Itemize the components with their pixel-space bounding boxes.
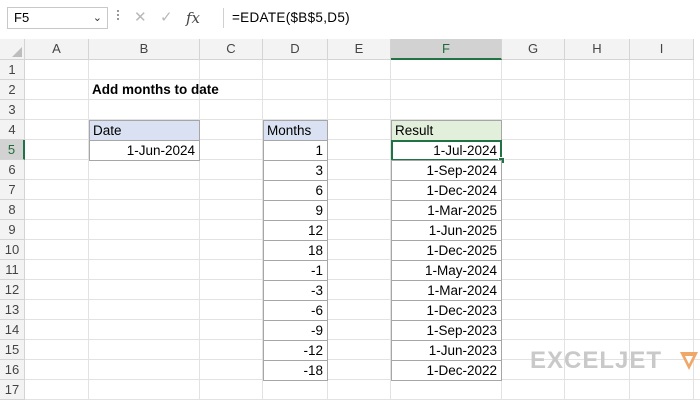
more-options-icon[interactable] [116,8,120,28]
months-cell[interactable]: 18 [263,240,328,261]
result-cell[interactable]: 1-Dec-2024 [391,180,502,201]
result-cell[interactable]: 1-Dec-2025 [391,240,502,261]
column-header-f[interactable]: F [391,39,502,60]
row-header-13[interactable]: 13 [0,300,25,320]
months-cell[interactable]: -1 [263,260,328,281]
date-value[interactable]: 1-Jun-2024 [89,140,200,161]
exceljet-logo: EXCELJET [530,346,698,376]
months-cell[interactable]: -12 [263,340,328,361]
months-cell[interactable]: -18 [263,360,328,381]
row-header-2[interactable]: 2 [0,80,25,100]
months-cell[interactable]: 3 [263,160,328,181]
row-header-16[interactable]: 16 [0,360,25,380]
months-cell[interactable]: -6 [263,300,328,321]
column-header-i[interactable]: I [630,39,694,60]
logo-text: EXCELJET [530,347,663,374]
months-cell[interactable]: -9 [263,320,328,341]
result-cell[interactable]: 1-Sep-2024 [391,160,502,181]
select-all-button[interactable] [0,39,25,60]
result-header[interactable]: Result [391,120,502,141]
exceljet-logo-mark-icon [680,352,698,370]
function-icon[interactable]: fx [186,7,200,29]
result-cell[interactable]: 1-Sep-2023 [391,320,502,341]
row-header-9[interactable]: 9 [0,220,25,240]
row-header-6[interactable]: 6 [0,160,25,180]
months-cell[interactable]: 9 [263,200,328,221]
date-header[interactable]: Date [89,120,200,141]
row-header-7[interactable]: 7 [0,180,25,200]
months-cell[interactable]: -3 [263,280,328,301]
enter-icon[interactable]: ✓ [160,7,173,29]
months-cell[interactable]: 12 [263,220,328,241]
formula-bar: F5 ⌄ ✕ ✓ fx =EDATE($B$5,D5) [0,0,700,38]
row-header-10[interactable]: 10 [0,240,25,260]
row-header-17[interactable]: 17 [0,380,25,400]
months-header[interactable]: Months [263,120,328,141]
result-cell[interactable]: 1-Jun-2025 [391,220,502,241]
row-header-1[interactable]: 1 [0,60,25,80]
column-header-d[interactable]: D [263,39,328,60]
column-header-a[interactable]: A [25,39,89,60]
row-header-5[interactable]: 5 [0,140,25,160]
row-header-14[interactable]: 14 [0,320,25,340]
column-header-e[interactable]: E [328,39,391,60]
column-header-h[interactable]: H [565,39,630,60]
sheet-title[interactable]: Add months to date [89,80,289,100]
column-header-g[interactable]: G [502,39,565,60]
formula-input[interactable]: =EDATE($B$5,D5) [232,7,350,29]
name-box-value: F5 [14,10,30,25]
result-cell[interactable]: 1-Jun-2023 [391,340,502,361]
result-cell[interactable]: 1-Mar-2025 [391,200,502,221]
column-header-b[interactable]: B [89,39,200,60]
row-header-4[interactable]: 4 [0,120,25,140]
active-result-cell[interactable]: 1-Jul-2024 [391,140,502,161]
row-header-11[interactable]: 11 [0,260,25,280]
formula-bar-buttons: ✕ ✓ fx [128,7,222,29]
result-cell[interactable]: 1-Dec-2022 [391,360,502,381]
result-cell[interactable]: 1-Mar-2024 [391,280,502,301]
months-cell[interactable]: 6 [263,180,328,201]
name-box[interactable]: F5 ⌄ [7,7,108,29]
row-header-8[interactable]: 8 [0,200,25,220]
result-cell[interactable]: 1-Dec-2023 [391,300,502,321]
cancel-icon[interactable]: ✕ [134,7,147,29]
row-header-15[interactable]: 15 [0,340,25,360]
result-cell[interactable]: 1-May-2024 [391,260,502,281]
row-header-3[interactable]: 3 [0,100,25,120]
months-cell[interactable]: 1 [263,140,328,161]
row-header-12[interactable]: 12 [0,280,25,300]
formula-bar-divider [223,8,224,28]
chevron-down-icon[interactable]: ⌄ [93,8,102,28]
column-header-c[interactable]: C [200,39,263,60]
